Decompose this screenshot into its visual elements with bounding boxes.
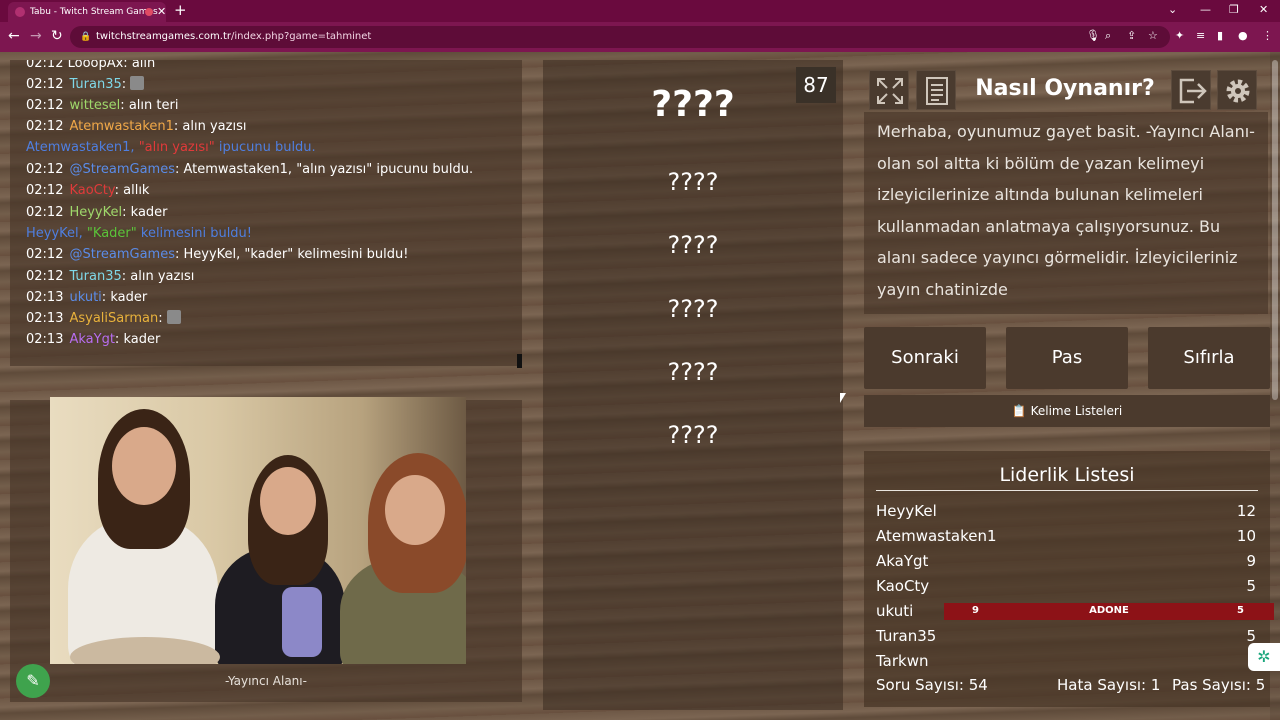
chat-line: 02:12 Atemwastaken1: alın yazısı xyxy=(26,119,247,134)
browser-tab[interactable]: Tabu - Twitch Stream Games ✕ xyxy=(8,2,166,22)
leaderboard-row: Tarkwn xyxy=(876,652,929,670)
forbidden-word: ???? xyxy=(667,421,719,449)
settings-button[interactable] xyxy=(1217,70,1257,110)
leaderboard-divider xyxy=(876,490,1258,491)
assistant-extension-button[interactable]: ✲ xyxy=(1248,643,1280,671)
chat-system-line: HeyyKel, "Kader" kelimesini buldu! xyxy=(26,226,253,241)
chat-line: 02:13 AsyaliSarman: xyxy=(26,310,181,328)
tab-title: Tabu - Twitch Stream Games xyxy=(30,7,158,17)
mouse-cursor xyxy=(840,393,846,403)
chat-line: 02:12 @StreamGames: HeyyKel, "kader" keli… xyxy=(26,247,409,262)
notes-icon xyxy=(926,77,948,105)
logout-icon xyxy=(1179,78,1207,104)
question-count: Soru Sayısı: 54 xyxy=(876,676,988,694)
chat-line: 02:12 Turan35: xyxy=(26,76,145,94)
url-path: /index.php?game=tahminet xyxy=(231,31,372,42)
logout-button[interactable] xyxy=(1171,70,1211,110)
webcam-feed xyxy=(50,397,466,664)
chat-scroll-handle[interactable] xyxy=(517,354,522,368)
browser-tab-bar: Tabu - Twitch Stream Games ✕ + ⌄ — ❐ ✕ xyxy=(0,0,1280,22)
extensions-icon[interactable]: ✦ xyxy=(1175,29,1184,42)
pass-count: Pas Sayısı: 5 xyxy=(1172,676,1266,694)
fullscreen-button[interactable] xyxy=(869,70,909,110)
chat-line: 02:13 AkaYgt: kader xyxy=(26,332,161,347)
forbidden-word: ???? xyxy=(667,358,719,386)
word-lists-label: Kelime Listeleri xyxy=(1030,404,1123,418)
leaderboard-row: AkaYgt 9 xyxy=(876,552,1256,570)
zoom-icon[interactable]: ⌕ xyxy=(1105,29,1111,43)
chat-line-partial: 02:12 LooopAx: alın xyxy=(26,60,156,71)
reading-list-icon[interactable]: ≡ xyxy=(1196,29,1205,42)
leaderboard-title: Liderlik Listesi xyxy=(999,464,1135,486)
how-to-play-panel: Merhaba, oyunumuz gayet basit. -Yayıncı … xyxy=(864,112,1268,314)
leaderboard-row: Turan35 5 xyxy=(876,627,1256,645)
how-to-play-text: Merhaba, oyunumuz gayet basit. -Yayıncı … xyxy=(877,122,1255,299)
edit-pencil-button[interactable]: ✎ xyxy=(16,664,50,698)
share-icon[interactable]: ⇪ xyxy=(1127,29,1136,42)
favicon-icon xyxy=(15,7,25,17)
next-button[interactable]: Sonraki xyxy=(864,327,986,389)
gear-icon xyxy=(1226,79,1250,103)
chat-panel: 02:12 LooopAx: alın 02:12 Turan35: 02:12 w… xyxy=(10,60,522,366)
reload-icon[interactable]: ↻ xyxy=(51,28,63,44)
leaderboard-row: HeyyKel 12 xyxy=(876,502,1256,520)
leaderboard-row: KaoCty 5 xyxy=(876,577,1256,595)
address-bar-row: ← → ↻ 🔒 twitchstreamgames.com.tr/index.p… xyxy=(0,22,1280,52)
chat-line: 02:12 Turan35: alın yazısı xyxy=(26,269,195,284)
recording-icon xyxy=(145,8,153,16)
leaderboard-row: Atemwastaken1 10 xyxy=(876,527,1256,545)
chat-line: 02:12 wittesel: alın teri xyxy=(26,98,179,113)
forward-icon[interactable]: → xyxy=(30,28,42,44)
forbidden-word: ???? xyxy=(667,231,719,259)
main-word: ???? xyxy=(651,84,735,125)
emote-icon xyxy=(166,310,181,324)
chat-line: 02:13 ukuti: kader xyxy=(26,290,148,305)
leaderboard-panel: Liderlik Listesi HeyyKel 12 Atemwastaken1… xyxy=(864,451,1270,707)
profile-avatar[interactable]: ● xyxy=(1238,29,1248,42)
close-window-button[interactable]: ✕ xyxy=(1259,3,1268,16)
forbidden-word: ???? xyxy=(667,295,719,323)
url-host: twitchstreamgames.com.tr xyxy=(96,31,232,42)
how-to-play-title: Nasıl Oynanır? xyxy=(975,76,1155,101)
mic-icon[interactable]: 🎙 xyxy=(1086,29,1100,42)
streamer-area: -Yayıncı Alanı- ✎ xyxy=(10,397,522,702)
words-panel: 87 ???? ???? ???? ???? ???? ???? xyxy=(543,60,843,710)
url-field[interactable]: 🔒 twitchstreamgames.com.tr/index.php?gam… xyxy=(70,26,1170,48)
chat-line: 02:12 @StreamGames: Atemwastaken1, "alın … xyxy=(26,162,474,177)
pencil-icon: ✎ xyxy=(26,671,40,690)
lock-icon: 🔒 xyxy=(80,32,92,42)
bookmark-star-icon[interactable]: ☆ xyxy=(1148,29,1158,42)
word-lists-button[interactable]: 📋 Kelime Listeleri xyxy=(864,395,1270,427)
close-tab-icon[interactable]: ✕ xyxy=(157,2,166,22)
pass-button[interactable]: Pas xyxy=(1006,327,1128,389)
tab-search-icon[interactable]: ⌄ xyxy=(1168,3,1177,16)
streamer-area-label: -Yayıncı Alanı- xyxy=(225,674,307,688)
emote-icon xyxy=(130,76,145,90)
chat-line: 02:12 KaoCty: allık xyxy=(26,183,150,198)
side-panel-icon[interactable]: ▮ xyxy=(1217,29,1223,42)
maximize-button[interactable]: ❐ xyxy=(1229,3,1239,16)
chat-line: 02:12 HeyyKel: kader xyxy=(26,205,168,220)
notes-button[interactable] xyxy=(916,70,956,110)
fullscreen-icon xyxy=(877,78,903,104)
assistant-icon: ✲ xyxy=(1257,647,1271,666)
clipboard-icon: 📋 xyxy=(1011,404,1027,418)
error-count: Hata Sayısı: 1 xyxy=(1057,676,1161,694)
reset-button[interactable]: Sıfırla xyxy=(1148,327,1270,389)
new-tab-button[interactable]: + xyxy=(174,1,187,19)
chat-system-line: Atemwastaken1, "alın yazısı" ipucunu bul… xyxy=(26,140,316,155)
back-icon[interactable]: ← xyxy=(8,28,20,44)
menu-icon[interactable]: ⋮ xyxy=(1262,29,1273,42)
overlay-banner: 9 ADONE 5 xyxy=(944,603,1274,620)
minimize-button[interactable]: — xyxy=(1200,3,1211,16)
forbidden-word: ???? xyxy=(667,168,719,196)
page-scrollbar-thumb[interactable] xyxy=(1272,60,1278,400)
